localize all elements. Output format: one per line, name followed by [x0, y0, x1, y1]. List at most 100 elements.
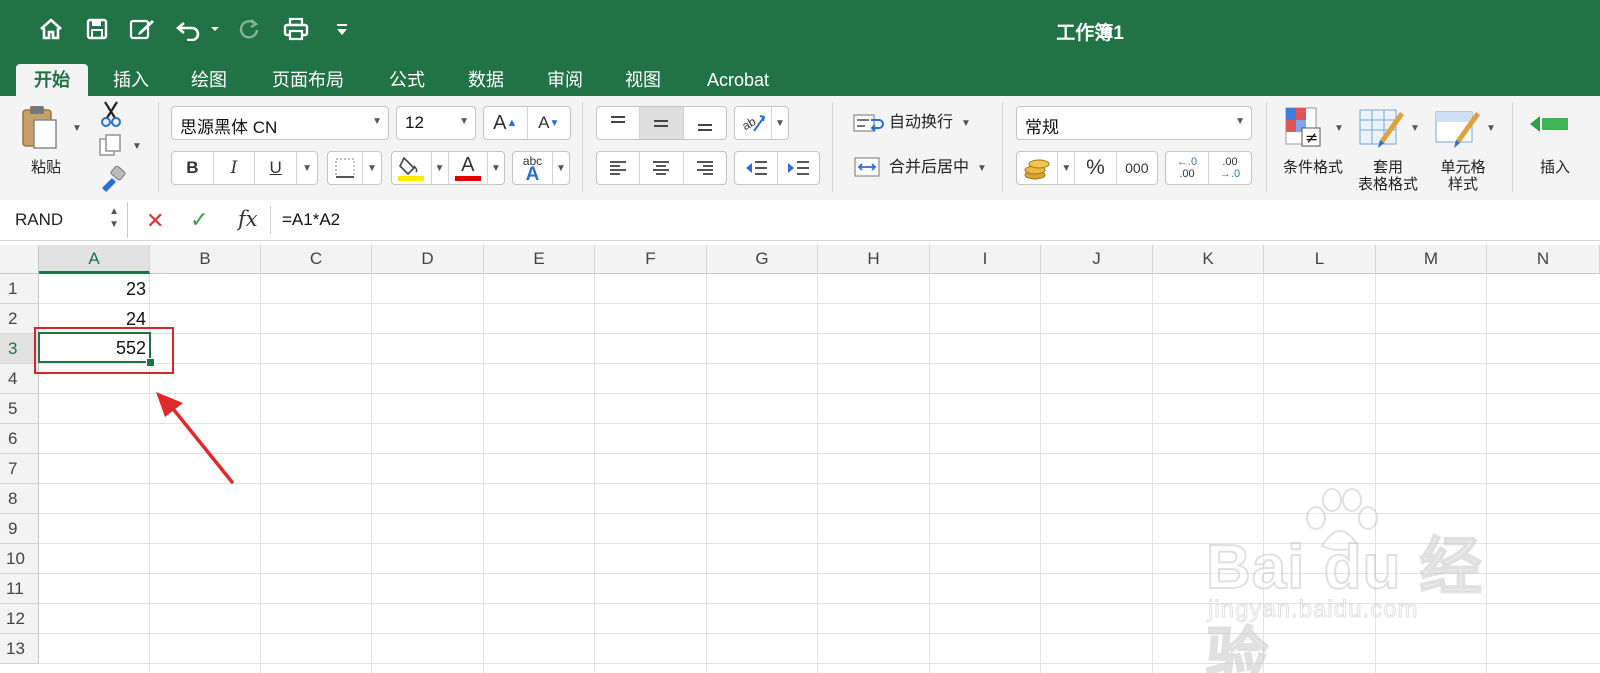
- worksheet-grid[interactable]: A B C D E F G H I J K L M N 1 2 3 4 5 6 …: [0, 245, 1600, 673]
- comma-style-button[interactable]: 000: [1117, 152, 1157, 184]
- column-header-g[interactable]: G: [707, 245, 818, 274]
- customize-icon[interactable]: [330, 14, 354, 44]
- column-header-i[interactable]: I: [930, 245, 1041, 274]
- row-header-13[interactable]: 13: [0, 634, 39, 664]
- decrease-indent-button[interactable]: [735, 152, 778, 184]
- fill-color-dropdown[interactable]: ▼: [432, 152, 449, 184]
- row-header-9[interactable]: 9: [0, 514, 39, 544]
- decrease-decimal-button[interactable]: .00 →.0: [1209, 152, 1251, 184]
- paste-dropdown-icon[interactable]: ▼: [72, 123, 82, 134]
- insert-function-button[interactable]: fx: [238, 207, 258, 231]
- wrap-text-dropdown-icon[interactable]: ▼: [961, 118, 971, 129]
- cell-styles-dropdown-icon[interactable]: ▼: [1486, 123, 1496, 134]
- number-format-dropdown[interactable]: 常规 ▼: [1016, 106, 1252, 140]
- format-as-table-dropdown-icon[interactable]: ▼: [1410, 123, 1420, 134]
- row-header-11[interactable]: 11: [0, 574, 39, 604]
- redo-icon[interactable]: [234, 14, 264, 44]
- enter-formula-button[interactable]: ✓: [190, 207, 208, 233]
- gridline: [39, 603, 1600, 604]
- font-color-button[interactable]: A: [449, 152, 488, 184]
- insert-cells-icon[interactable]: [1528, 110, 1568, 151]
- align-right-button[interactable]: [684, 152, 726, 184]
- formula-bar: RAND ▲ ▼ ✕ ✓ fx =A1*A2: [0, 200, 1600, 241]
- align-middle-button[interactable]: [640, 107, 684, 139]
- tab-view[interactable]: 视图: [612, 64, 674, 96]
- tab-draw[interactable]: 绘图: [178, 64, 240, 96]
- merge-center-button[interactable]: 合并后居中: [889, 159, 969, 176]
- phonetic-button[interactable]: abc A: [513, 152, 553, 184]
- column-header-j[interactable]: J: [1041, 245, 1153, 274]
- orientation-dropdown[interactable]: ▼: [772, 107, 788, 139]
- column-header-n[interactable]: N: [1487, 245, 1600, 274]
- insert-cells-label: 插入: [1540, 159, 1571, 176]
- cell-styles-icon[interactable]: [1434, 106, 1482, 155]
- tab-formulas[interactable]: 公式: [376, 64, 438, 96]
- font-style-group: B I U ▼: [171, 151, 318, 185]
- format-as-table-icon[interactable]: [1358, 106, 1406, 155]
- font-name-dropdown[interactable]: 思源黑体 CN ▼: [171, 106, 389, 140]
- copy-dropdown-icon[interactable]: ▼: [132, 141, 142, 152]
- column-header-l[interactable]: L: [1264, 245, 1376, 274]
- align-left-button[interactable]: [597, 152, 641, 184]
- format-table-line1: 套用: [1372, 159, 1403, 176]
- edit-icon[interactable]: [126, 14, 158, 44]
- paste-icon[interactable]: [20, 104, 60, 155]
- accounting-dropdown[interactable]: ▼: [1058, 152, 1076, 184]
- font-color-dropdown[interactable]: ▼: [488, 152, 504, 184]
- borders-dropdown[interactable]: ▼: [363, 152, 381, 184]
- format-painter-icon[interactable]: [98, 165, 126, 197]
- row-header-12[interactable]: 12: [0, 604, 39, 634]
- column-header-h[interactable]: H: [818, 245, 930, 274]
- align-center-button[interactable]: [640, 152, 684, 184]
- conditional-format-dropdown-icon[interactable]: ▼: [1334, 123, 1344, 134]
- tab-review[interactable]: 审阅: [534, 64, 596, 96]
- tab-home[interactable]: 开始: [16, 64, 88, 96]
- accounting-format-button[interactable]: [1017, 152, 1059, 184]
- borders-button[interactable]: [328, 152, 363, 184]
- print-icon[interactable]: [280, 14, 312, 44]
- gridline: [39, 663, 1600, 664]
- underline-button[interactable]: U: [255, 152, 298, 184]
- font-size-dropdown[interactable]: 12 ▼: [396, 106, 476, 140]
- cut-icon[interactable]: [98, 100, 124, 133]
- formula-input[interactable]: =A1*A2: [282, 210, 340, 230]
- row-header-10[interactable]: 10: [0, 544, 39, 574]
- tab-insert[interactable]: 插入: [100, 64, 162, 96]
- shrink-font-button[interactable]: A ▼: [528, 107, 571, 139]
- wrap-text-button[interactable]: 自动换行: [889, 114, 953, 131]
- increase-indent-button[interactable]: [778, 152, 820, 184]
- align-bottom-button[interactable]: [684, 107, 726, 139]
- align-top-button[interactable]: [597, 107, 641, 139]
- name-box-stepper-icon[interactable]: ▲ ▼: [109, 205, 119, 231]
- coins-icon: [1024, 159, 1050, 180]
- column-header-e[interactable]: E: [484, 245, 595, 274]
- column-header-c[interactable]: C: [261, 245, 372, 274]
- phonetic-dropdown[interactable]: ▼: [553, 152, 569, 184]
- tab-acrobat[interactable]: Acrobat: [690, 64, 786, 96]
- bold-button[interactable]: B: [172, 152, 214, 184]
- fill-color-button[interactable]: [392, 152, 432, 184]
- column-header-m[interactable]: M: [1376, 245, 1487, 274]
- merge-center-dropdown-icon[interactable]: ▼: [977, 163, 987, 174]
- conditional-format-label: 条件格式: [1282, 159, 1343, 176]
- copy-icon[interactable]: [98, 133, 124, 164]
- tab-page-layout[interactable]: 页面布局: [260, 64, 356, 96]
- underline-dropdown[interactable]: ▼: [297, 152, 317, 184]
- italic-button[interactable]: I: [214, 152, 256, 184]
- orientation-button[interactable]: ab: [735, 107, 772, 139]
- column-header-k[interactable]: K: [1153, 245, 1264, 274]
- grow-font-button[interactable]: A ▲: [484, 107, 528, 139]
- home-icon[interactable]: [36, 14, 66, 44]
- column-header-f[interactable]: F: [595, 245, 707, 274]
- paste-label: 粘贴: [30, 159, 61, 176]
- save-icon[interactable]: [82, 14, 112, 44]
- vertical-align-group: [596, 106, 727, 140]
- increase-decimal-button[interactable]: ←.0 .00: [1166, 152, 1209, 184]
- cancel-formula-button[interactable]: ✕: [146, 208, 164, 234]
- conditional-format-icon[interactable]: ≠: [1284, 106, 1328, 155]
- tab-data[interactable]: 数据: [455, 64, 517, 96]
- column-header-d[interactable]: D: [372, 245, 484, 274]
- percent-button[interactable]: %: [1075, 152, 1117, 184]
- undo-icon[interactable]: [174, 14, 222, 44]
- name-box[interactable]: RAND ▲ ▼: [0, 202, 128, 238]
